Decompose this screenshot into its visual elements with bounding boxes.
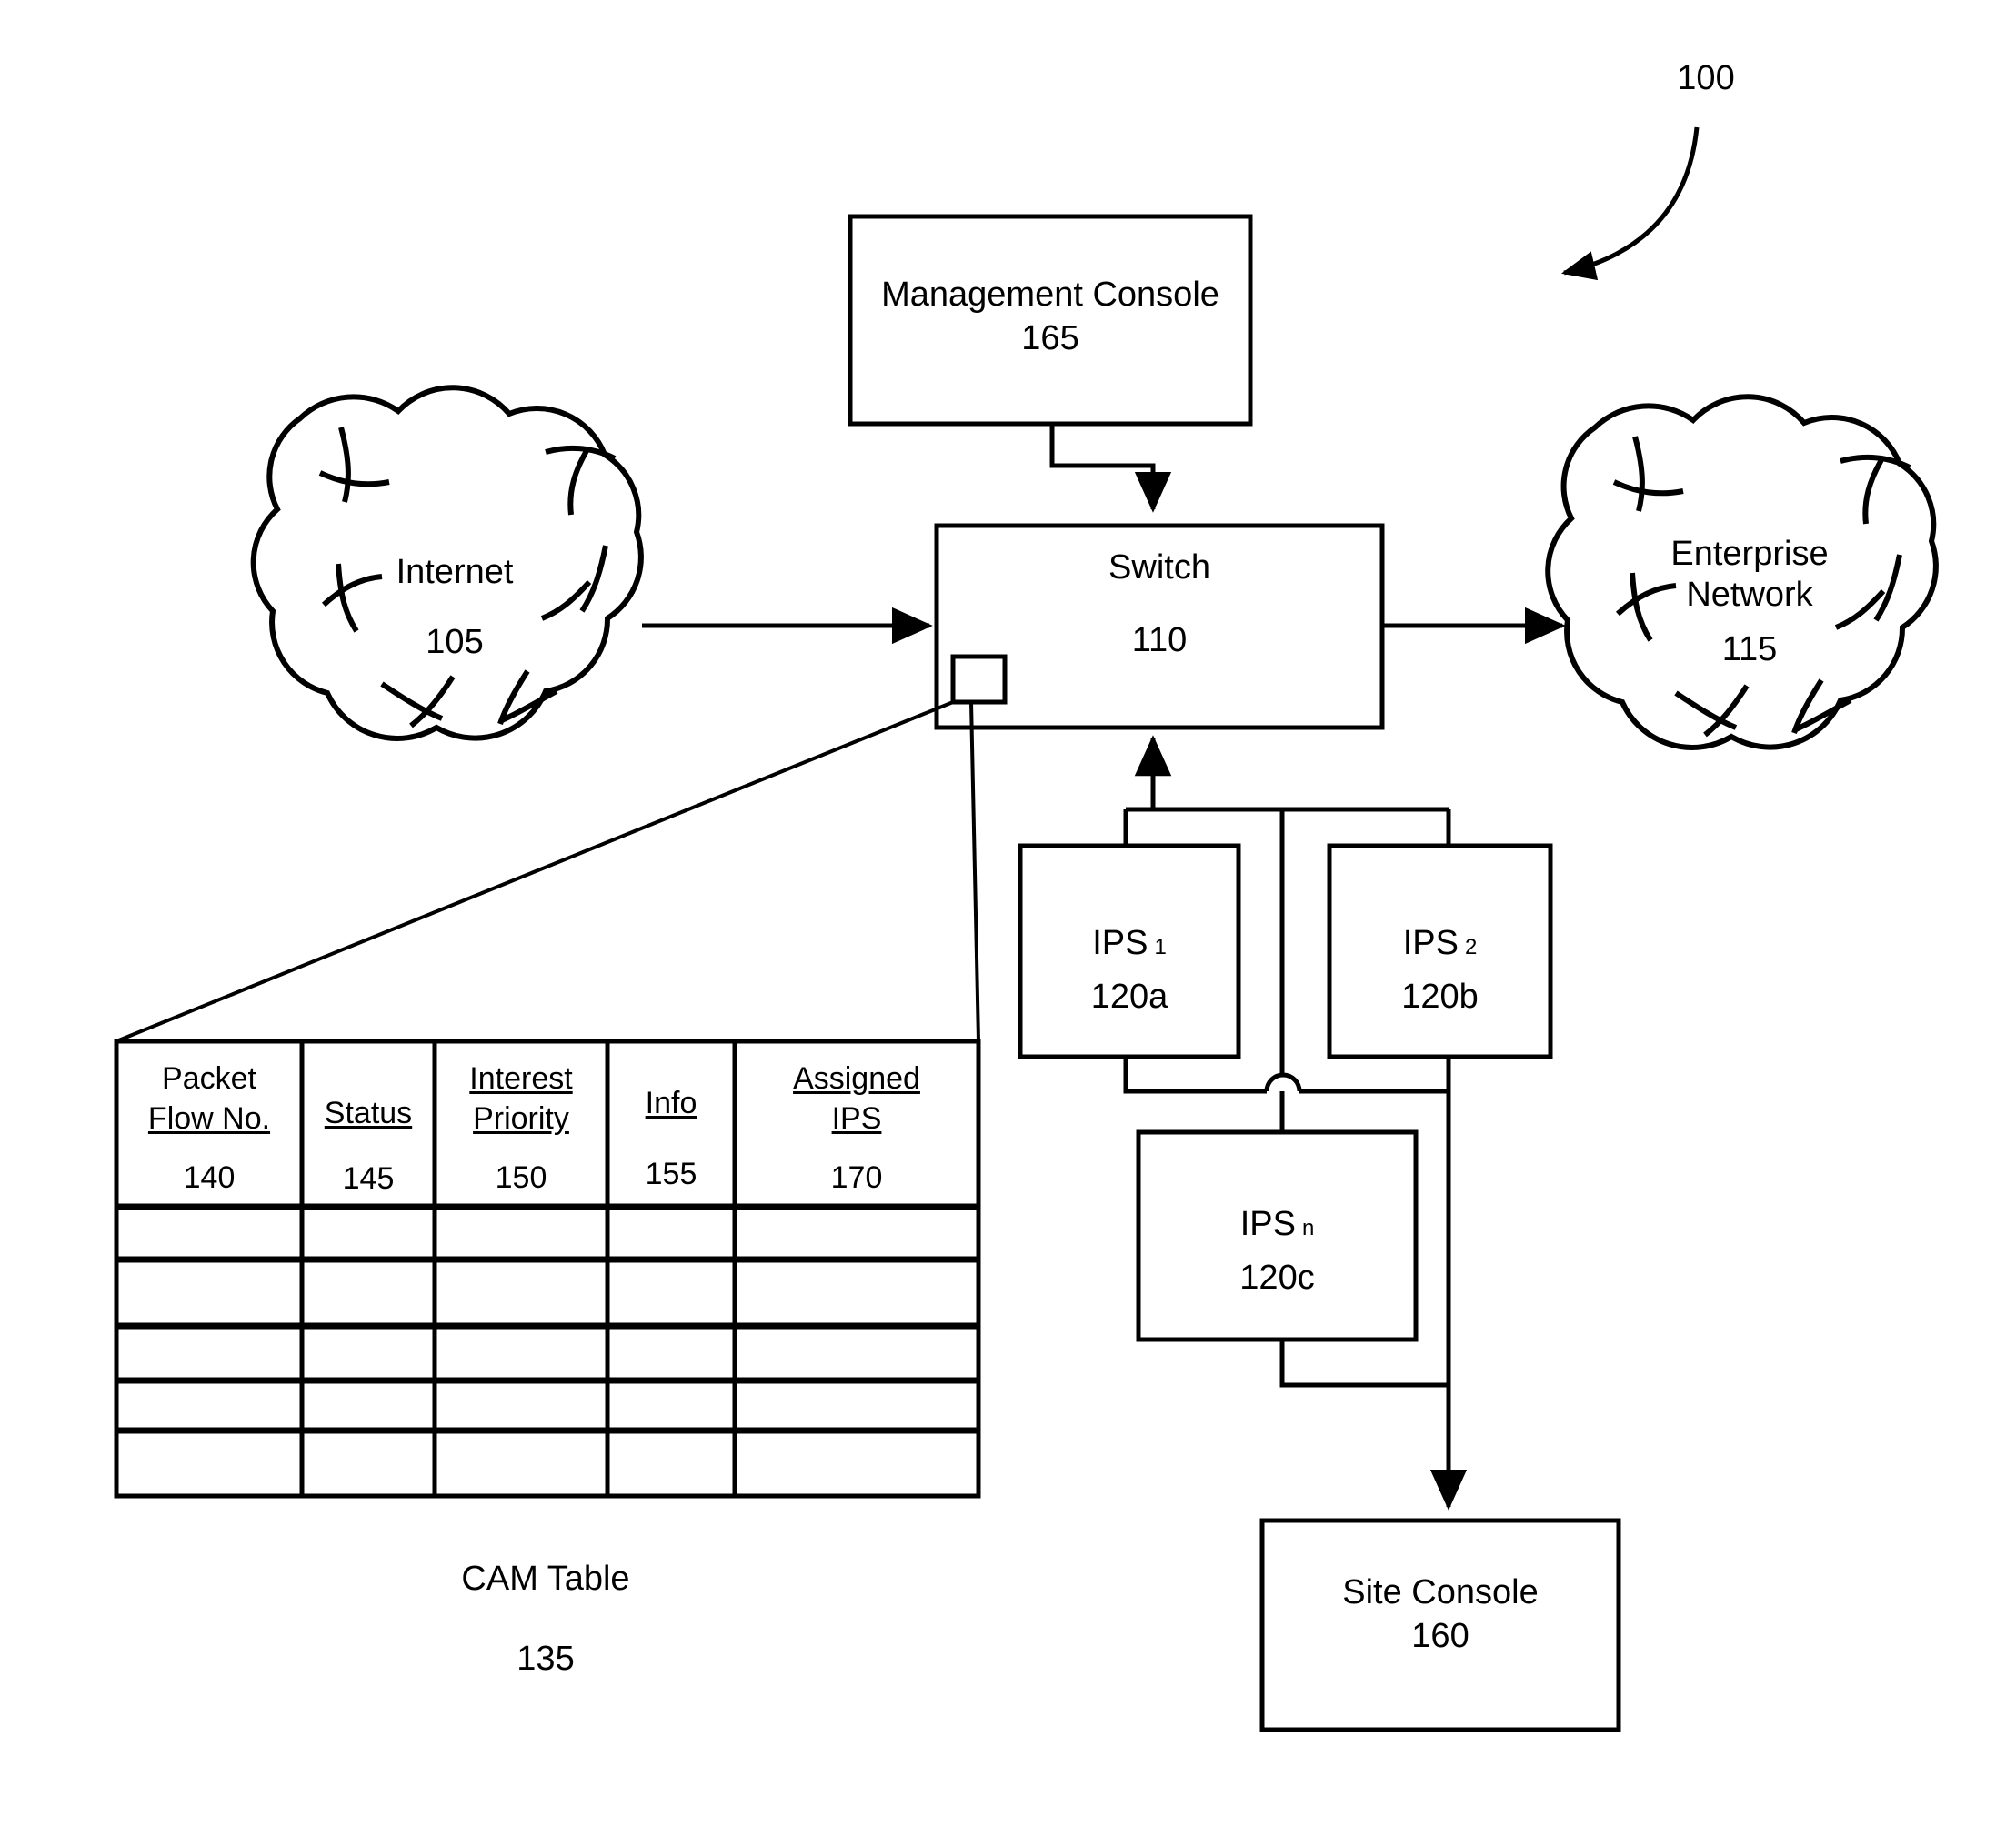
ips2-title: IPS 2 [1329,921,1550,966]
internet-label: Internet [396,553,514,591]
site-console-ref: 160 [1411,1617,1469,1655]
ipsn-title: IPS n [1138,1202,1416,1247]
ips-lower-bus-left [1123,1057,1267,1094]
cam-header-2-line2: Priority [473,1100,569,1136]
ipsn-bottom-stub [1279,1340,1449,1388]
figure-reference-numeral: 100 [1677,59,1735,97]
enterprise-network-label-line1: Enterprise [1670,535,1829,573]
callout-line-diagonal [115,700,954,1043]
ips-lower-bus-hop [1264,1072,1302,1092]
cam-header-cell-0: Packet Flow No. 140 [116,1059,302,1199]
cam-header-0-line1: Packet [162,1061,256,1096]
cam-header-3-ref: 155 [645,1156,697,1191]
cam-table-caption-ref: 135 [517,1640,575,1678]
ips1-label: IPS [1092,924,1148,962]
ipsn-ref: 120c [1239,1259,1315,1297]
cam-header-4-line1: Assigned [793,1061,920,1096]
cam-header-2-ref: 150 [495,1160,547,1196]
cam-header-1-line1: Status [324,1096,413,1130]
enterprise-network-ref: 115 [1721,630,1778,668]
ips1-ref: 120a [1090,978,1168,1016]
internet-ref: 105 [426,623,484,661]
cam-header-4-ref: 170 [830,1160,883,1196]
cam-header-2-line1: Interest [469,1061,573,1096]
cam-header-0-ref: 140 [183,1160,236,1196]
cam-header-cell-2: Interest Priority 150 [435,1059,607,1199]
cam-header-3-line1: Info [645,1086,697,1120]
patent-figure-network-diagram: 100 Management Console 165 Internet 105 … [0,0,2016,1847]
management-console-label: Management Console [881,276,1219,314]
ips2-label: IPS [1402,924,1459,962]
ips1-subscript: 1 [1154,935,1167,959]
ips2-subscript: 2 [1464,935,1478,959]
ips-lower-bus-right [1299,1057,1451,1094]
site-console-label: Site Console [1342,1573,1539,1611]
ips2-ref: 120b [1401,978,1479,1016]
ipsn-subscript: n [1301,1216,1315,1240]
switch-ref: 110 [1131,621,1188,659]
cam-table-caption: CAM Table [461,1560,630,1598]
cam-header-4-line2: IPS [831,1100,882,1136]
cam-header-cell-4: Assigned IPS 170 [735,1059,978,1199]
figure-ref-leader-arrow [1560,126,1700,281]
management-console-ref: 165 [1021,319,1079,357]
switch-label: Switch [1108,548,1210,587]
ips1-title: IPS 1 [1020,921,1239,966]
cam-header-1-ref: 145 [342,1160,395,1196]
link-console-to-switch [1049,424,1172,513]
cam-header-cell-1: Status 145 [302,1094,435,1199]
cam-header-0-line2: Flow No. [147,1100,271,1136]
enterprise-network-label-line2: Network [1686,576,1813,614]
callout-line-vertical [969,701,980,1042]
cam-header-cell-3: Info 155 [607,1084,735,1194]
cam-marker-square [950,654,1008,705]
ipsn-label: IPS [1239,1205,1296,1243]
